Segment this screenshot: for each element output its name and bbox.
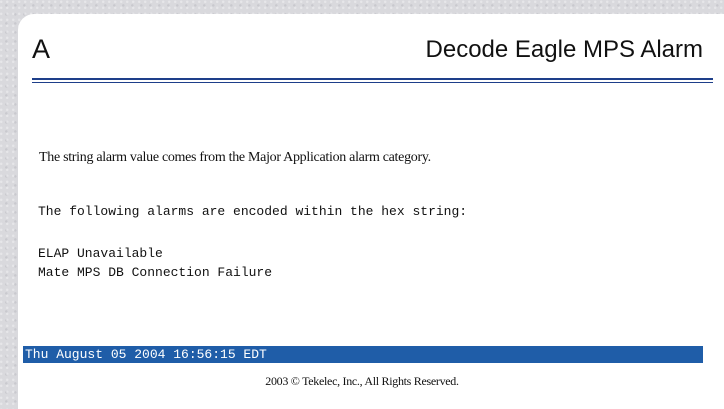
encoded-alarms-intro: The following alarms are encoded within …	[38, 204, 468, 219]
page-title: Decode Eagle MPS Alarm	[425, 36, 703, 63]
copyright-notice: 2003 © Tekelec, Inc., All Rights Reserve…	[265, 374, 459, 388]
header-letter: A	[32, 34, 51, 64]
header-divider-thin	[32, 82, 713, 83]
header-divider	[32, 78, 713, 80]
alarm-item: Mate MPS DB Connection Failure	[38, 265, 273, 280]
alarm-item: ELAP Unavailable	[38, 246, 163, 261]
status-timestamp: Thu August 05 2004 16:56:15 EDT	[25, 347, 267, 362]
status-bar: Thu August 05 2004 16:56:15 EDT	[23, 346, 703, 363]
alarm-category-description: The string alarm value comes from the Ma…	[39, 150, 431, 165]
alarm-list: ELAP Unavailable Mate MPS DB Connection …	[38, 244, 272, 282]
